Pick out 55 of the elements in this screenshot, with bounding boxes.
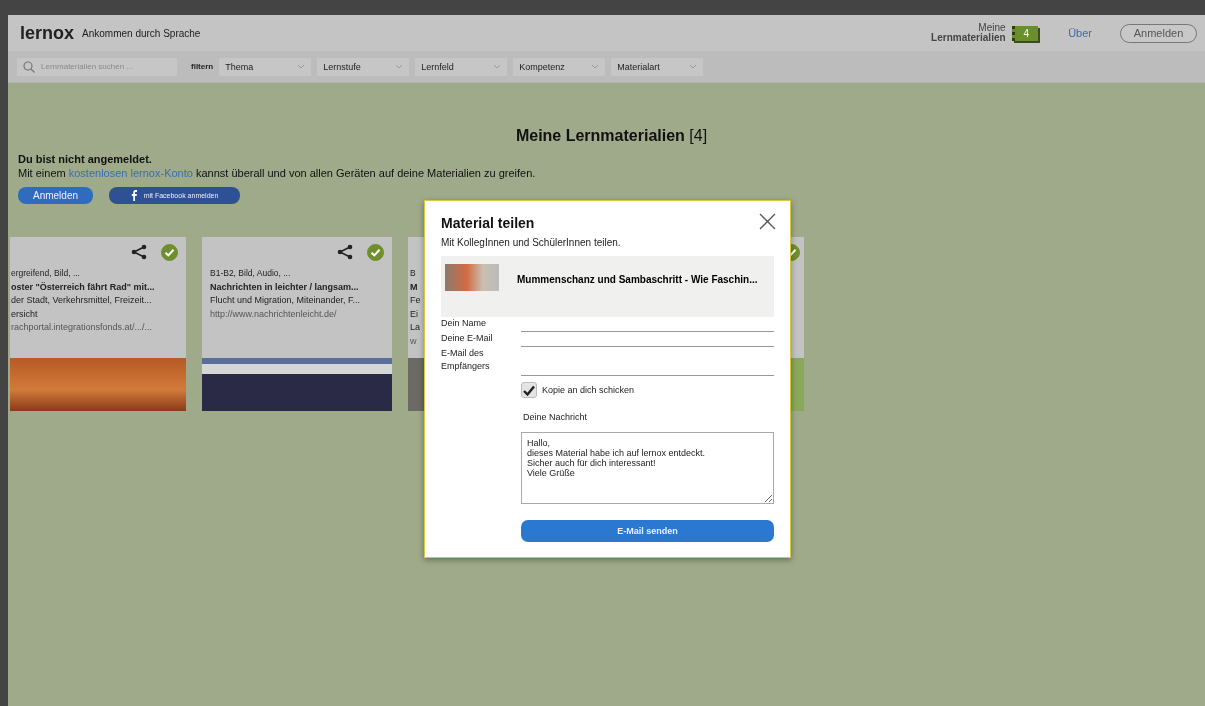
card-url: rachportal.integrationsfonds.at/.../...: [11, 321, 153, 334]
login-button[interactable]: Anmelden: [1120, 23, 1197, 43]
filter-dropdown[interactable]: Thema: [219, 57, 312, 76]
field-label: E-Mail des Empfängers: [441, 347, 491, 373]
share-icon[interactable]: [337, 244, 353, 260]
field-label: Dein Name: [441, 317, 488, 330]
caret-icon: [493, 64, 502, 69]
logo[interactable]: lernox: [20, 22, 75, 44]
card-url: http://www.nachrichtenleicht.de/: [210, 307, 337, 321]
material-card[interactable]: ergreifend, Bild, ... oster "Österreich fährt Rad" mit... der Stadt, Verkehrsmittel, Freizeit... ersicht rachportal.integrationsfonds.at/.../...: [10, 237, 186, 411]
card-plain: Flucht und Migration, Miteinander, F...: [210, 294, 361, 307]
caret-icon: [591, 64, 600, 69]
card-plain: der Stadt, Verkehrsmittel, Freizeit...: [11, 294, 152, 307]
card-plain: La: [410, 321, 420, 334]
notice-title: Du bist nicht angemeldet.: [18, 153, 153, 165]
card-plain: ersicht: [11, 307, 38, 321]
check-icon[interactable]: [367, 243, 384, 261]
material-title: Mummenschanz und Sambaschritt - Wie Faschin...: [517, 274, 758, 285]
card-meta: B1-B2, Bild, Audio, ...: [210, 267, 291, 280]
field-label: Deine E-Mail: [441, 332, 494, 345]
notice-text: Mit einem kostenlosen lernox-Konto kannst überall und von allen Geräten auf deine Materialien zu greifen.: [18, 167, 537, 179]
filter-dropdown[interactable]: Kompetenz: [513, 57, 606, 76]
caret-icon: [395, 64, 404, 69]
filter-label: filtern: [191, 62, 214, 71]
card-title: M: [410, 280, 418, 294]
facebook-icon: [130, 190, 137, 201]
my-materials-link[interactable]: Meine Lernmaterialien: [931, 23, 1006, 43]
card-url: w: [410, 334, 417, 348]
login-button[interactable]: Anmelden: [18, 187, 93, 204]
tagline: Ankommen durch Sprache: [82, 27, 201, 39]
send-email-button[interactable]: E-Mail senden: [521, 520, 774, 542]
card-title: oster "Österreich fährt Rad" mit...: [11, 280, 155, 294]
close-icon[interactable]: [759, 213, 776, 230]
caret-icon: [689, 64, 698, 69]
card-plain: Ei: [410, 307, 418, 321]
share-icon[interactable]: [131, 244, 147, 260]
card-meta: B: [410, 267, 416, 280]
checkbox[interactable]: [521, 382, 537, 398]
count-badge: 4: [1011, 25, 1039, 41]
message-field[interactable]: Hallo, dieses Material habe ich auf lernox entdeckt. Sicher auch für dich interessant! Viele Grüße: [521, 432, 774, 504]
material-card[interactable]: B1-B2, Bild, Audio, ... Nachrichten in leichter / langsam... Flucht und Migration, Miteinander, F... http://www.nachrichtenleicht.de/: [202, 237, 392, 411]
filter-dropdown[interactable]: Lernstufe: [317, 57, 410, 76]
filter-dropdown[interactable]: Materialart: [611, 57, 704, 76]
caret-icon: [297, 64, 306, 69]
photo-placeholder: [445, 264, 499, 291]
check-icon[interactable]: [161, 243, 178, 261]
dialog-title: Material teilen: [441, 215, 535, 231]
filter-dropdown[interactable]: Lernfeld: [415, 57, 508, 76]
card-plain: Fe: [410, 294, 421, 307]
checkbox-label[interactable]: Kopie an dich schicken: [542, 385, 635, 395]
message-label: Deine Nachricht: [523, 412, 589, 422]
card-meta: ergreifend, Bild, ...: [11, 267, 80, 280]
dialog-subtitle: Mit KollegInnen und SchülerInnen teilen.: [441, 237, 622, 248]
card-title: Nachrichten in leichter / langsam...: [210, 280, 359, 294]
page-title: Meine Lernmaterialien [4]: [515, 127, 708, 145]
